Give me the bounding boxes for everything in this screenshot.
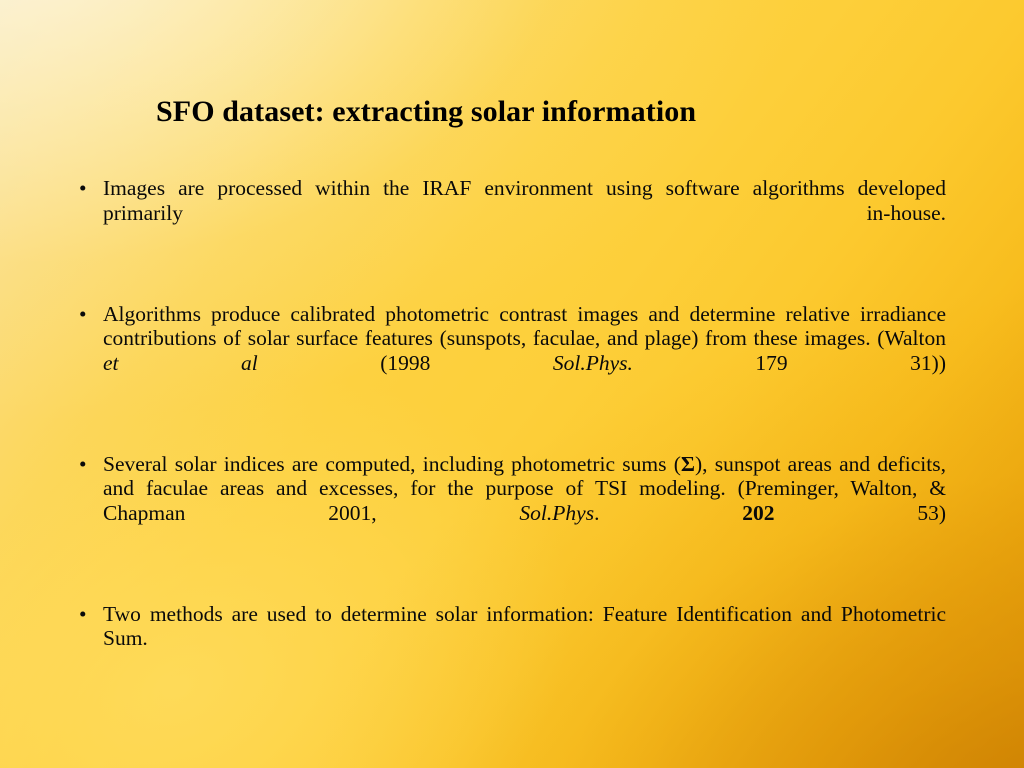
bullet-text-segment: Images are processed within the IRAF env…	[103, 176, 946, 225]
bullet-marker-icon: •	[79, 601, 87, 626]
bullet-text: Images are processed within the IRAF env…	[103, 176, 946, 250]
bullet-text-segment: Σ	[680, 451, 695, 476]
bullet-item: • Algorithms produce calibrated photometr…	[78, 302, 946, 400]
bullet-item: • Several solar indices are computed, inc…	[78, 452, 946, 550]
bullet-marker-icon: •	[79, 301, 87, 326]
bullet-item: • Images are processed within the IRAF en…	[78, 176, 946, 250]
bullet-text-segment: Sol.Phys	[519, 500, 595, 525]
bullet-text-segment: (1998	[257, 350, 553, 375]
bullet-text-segment: Algorithms produce calibrated photometri…	[103, 301, 946, 351]
bullet-text: Algorithms produce calibrated photometri…	[103, 302, 946, 400]
bullet-text-segment: Several solar indices are computed, incl…	[103, 451, 681, 476]
slide-title: SFO dataset: extracting solar informatio…	[156, 95, 697, 128]
bullet-text-segment: Sol.Phys.	[552, 350, 633, 375]
bullet-marker-icon: •	[79, 176, 87, 200]
bullet-text-segment: 202	[742, 500, 775, 525]
bullet-item: • Two methods are used to determine solar…	[78, 602, 946, 676]
bullet-text-segment: 179 31))	[632, 350, 946, 375]
bullet-text-segment: et al	[103, 350, 258, 375]
bullet-text-segment: 53)	[774, 500, 947, 525]
bullet-list: • Images are processed within the IRAF en…	[78, 176, 946, 675]
slide-content: SFO dataset: extracting solar informatio…	[0, 0, 1024, 768]
bullet-text: Several solar indices are computed, incl…	[103, 452, 946, 550]
bullet-text: Two methods are used to determine solar …	[103, 602, 946, 676]
bullet-text-segment: .	[594, 500, 743, 525]
presentation-slide: SFO dataset: extracting solar informatio…	[0, 0, 1024, 768]
bullet-text-segment: Two methods are used to determine solar …	[103, 601, 946, 651]
bullet-marker-icon: •	[79, 451, 87, 476]
